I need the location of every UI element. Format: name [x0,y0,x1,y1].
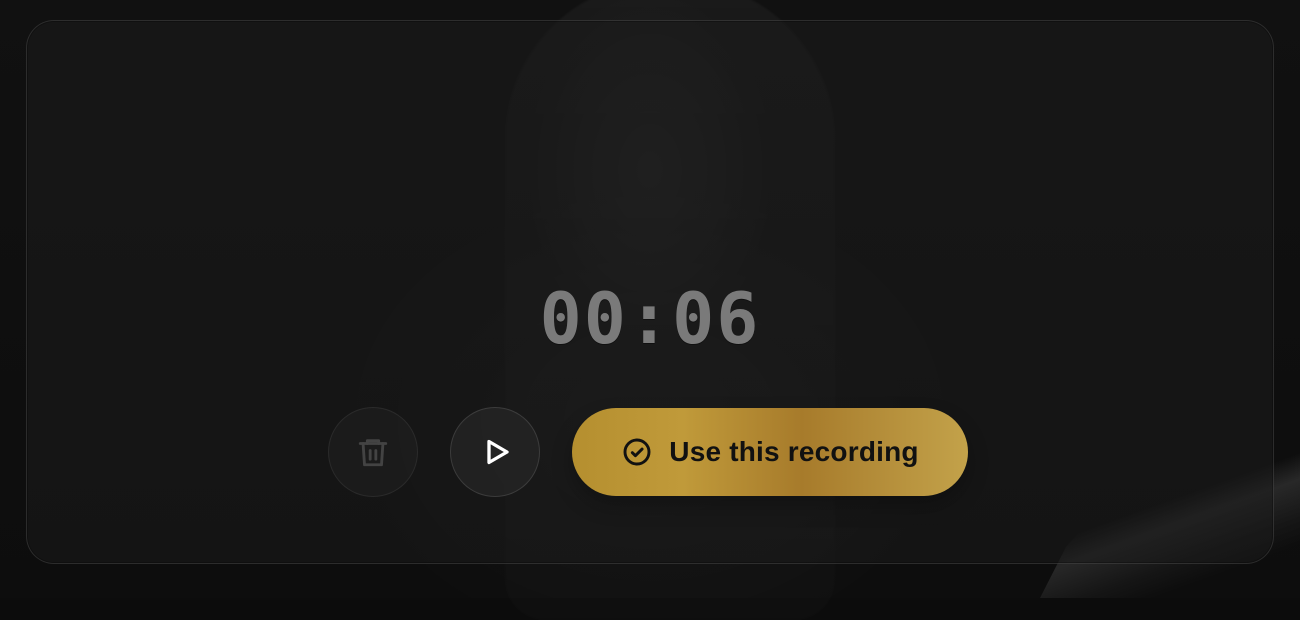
play-icon [477,434,513,470]
check-circle-icon [621,436,653,468]
elapsed-time-display: 00:06 [27,278,1273,360]
use-recording-label: Use this recording [669,436,918,468]
use-recording-button[interactable]: Use this recording [572,408,968,496]
delete-recording-button[interactable] [328,407,418,497]
trash-icon [356,435,390,469]
recording-controls: Use this recording [328,406,968,498]
play-recording-button[interactable] [450,407,540,497]
